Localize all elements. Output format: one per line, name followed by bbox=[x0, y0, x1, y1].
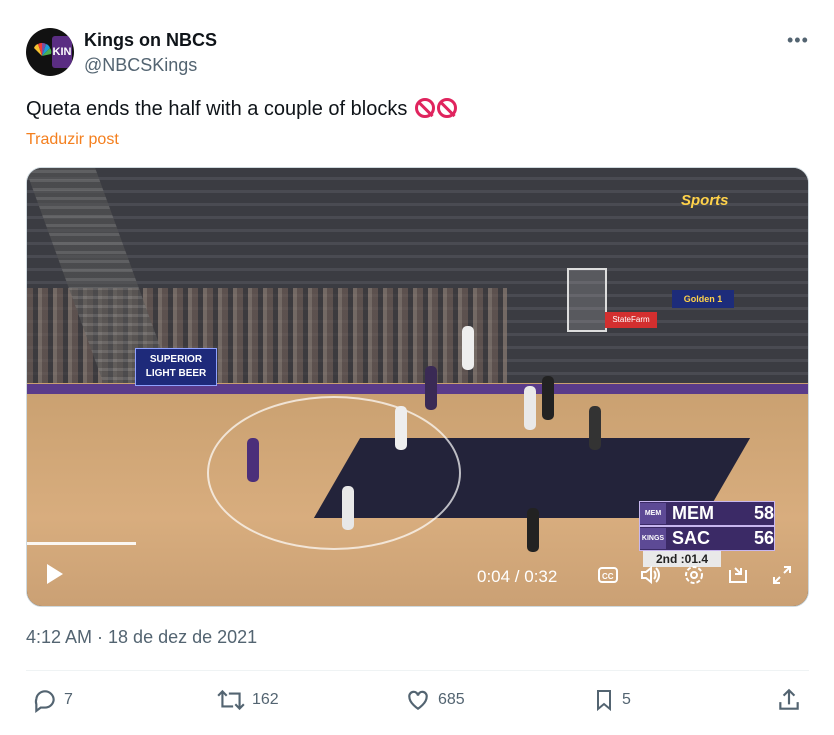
reply-icon bbox=[34, 690, 55, 713]
play-icon[interactable] bbox=[47, 564, 63, 584]
no-entry-icon bbox=[436, 98, 457, 118]
avatar[interactable]: KIN bbox=[26, 28, 74, 76]
player bbox=[425, 366, 437, 410]
video-progress-bar[interactable] bbox=[27, 542, 137, 545]
bookmark-count: 5 bbox=[622, 691, 631, 708]
video-player[interactable]: SUPERIOR LIGHT BEER Golden 1 StateFarm S… bbox=[26, 167, 809, 607]
more-options-icon[interactable]: ••• bbox=[787, 30, 809, 51]
captions-icon[interactable]: CC bbox=[597, 564, 619, 586]
statefarm-sign: StateFarm bbox=[605, 312, 657, 328]
heart-icon bbox=[408, 690, 428, 710]
picture-in-picture-icon[interactable] bbox=[727, 564, 749, 586]
share-icon bbox=[779, 688, 799, 710]
author-handle[interactable]: @NBCSKings bbox=[84, 55, 197, 76]
settings-icon[interactable] bbox=[683, 564, 705, 586]
court-arc bbox=[207, 396, 461, 550]
player bbox=[462, 326, 474, 370]
nbc-peacock-icon bbox=[34, 42, 52, 56]
superior-light-beer-sign: SUPERIOR LIGHT BEER bbox=[135, 348, 217, 386]
translate-link[interactable]: Traduzir post bbox=[26, 131, 119, 149]
kings-logo: KIN bbox=[52, 36, 72, 68]
video-time: 0:04 / 0:32 bbox=[477, 567, 558, 586]
fullscreen-icon[interactable] bbox=[771, 564, 793, 586]
nbc-sports-logo: Sports bbox=[681, 192, 729, 209]
post-timestamp[interactable]: 4:12 AM · 18 de dez de 2021 bbox=[26, 627, 257, 648]
reply-button[interactable]: 7 bbox=[32, 686, 73, 714]
bookmark-button[interactable]: 5 bbox=[592, 686, 631, 714]
team-score: 58 bbox=[753, 503, 774, 523]
player bbox=[589, 406, 601, 450]
player bbox=[542, 376, 554, 420]
like-count: 685 bbox=[438, 691, 465, 708]
player bbox=[342, 486, 354, 530]
mem-logo: MEM bbox=[640, 503, 666, 524]
post-text: Queta ends the half with a couple of blo… bbox=[26, 98, 457, 121]
like-button[interactable]: 685 bbox=[404, 686, 465, 714]
no-entry-icon bbox=[414, 98, 435, 118]
scoreboard-row-mem: MEM MEM 58 bbox=[639, 501, 775, 526]
basketball-hoop bbox=[567, 268, 607, 332]
player bbox=[395, 406, 407, 450]
team-abbr: MEM bbox=[672, 503, 714, 523]
video-controls: 0:04 / 0:32 CC bbox=[27, 546, 808, 606]
divider bbox=[26, 670, 809, 671]
player bbox=[524, 386, 536, 430]
volume-icon[interactable] bbox=[639, 564, 661, 586]
svg-text:CC: CC bbox=[602, 572, 614, 581]
reply-count: 7 bbox=[64, 691, 73, 708]
bookmark-icon bbox=[597, 690, 611, 712]
repost-icon bbox=[217, 689, 245, 711]
player bbox=[247, 438, 259, 482]
post-text-content: Queta ends the half with a couple of blo… bbox=[26, 98, 408, 120]
repost-count: 162 bbox=[252, 691, 279, 708]
repost-button[interactable]: 162 bbox=[216, 686, 279, 714]
share-button[interactable] bbox=[776, 686, 808, 714]
author-name[interactable]: Kings on NBCS bbox=[84, 30, 217, 51]
golden1-sign: Golden 1 bbox=[672, 290, 734, 308]
